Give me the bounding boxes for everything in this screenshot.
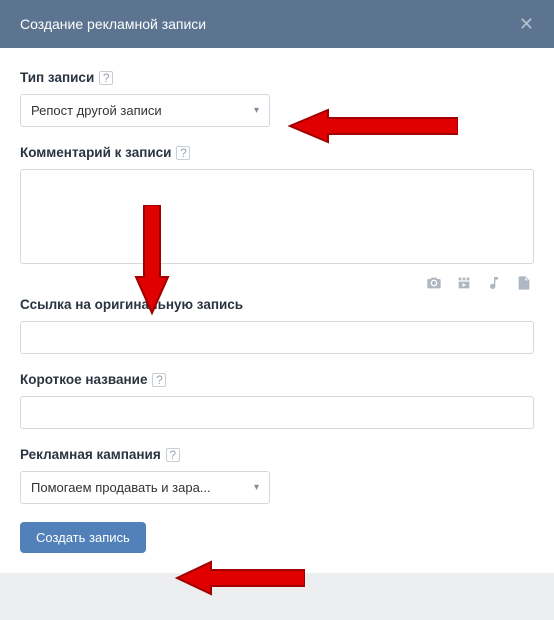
field-campaign: Рекламная кампания ? Помогаем продавать … — [20, 447, 534, 504]
post-type-value: Репост другой записи — [31, 103, 162, 118]
campaign-value: Помогаем продавать и зара... — [31, 480, 211, 495]
help-icon[interactable]: ? — [99, 71, 113, 85]
campaign-select[interactable]: Помогаем продавать и зара... ▾ — [20, 471, 270, 504]
chevron-down-icon: ▾ — [254, 482, 259, 493]
help-icon[interactable]: ? — [166, 448, 180, 462]
modal-title: Создание рекламной записи — [20, 16, 206, 32]
label-original-link: Ссылка на оригинальную запись — [20, 297, 534, 312]
footer-row: Создать запись — [20, 522, 534, 553]
modal-header: Создание рекламной записи ✕ — [0, 0, 554, 48]
video-icon[interactable] — [456, 275, 472, 291]
create-post-button[interactable]: Создать запись — [20, 522, 146, 553]
field-post-type: Тип записи ? Репост другой записи ▾ — [20, 70, 534, 127]
comment-textarea[interactable] — [20, 169, 534, 264]
label-campaign-text: Рекламная кампания — [20, 447, 161, 462]
create-ad-post-modal: Создание рекламной записи ✕ Тип записи ?… — [0, 0, 554, 573]
close-icon[interactable]: ✕ — [519, 15, 534, 33]
modal-body: Тип записи ? Репост другой записи ▾ Комм… — [0, 48, 554, 573]
music-icon[interactable] — [486, 275, 502, 291]
label-comment: Комментарий к записи ? — [20, 145, 534, 160]
label-post-type: Тип записи ? — [20, 70, 534, 85]
post-type-select[interactable]: Репост другой записи ▾ — [20, 94, 270, 127]
label-original-link-text: Ссылка на оригинальную запись — [20, 297, 243, 312]
short-name-input[interactable] — [20, 396, 534, 429]
attach-bar — [20, 269, 534, 293]
label-short-name-text: Короткое название — [20, 372, 147, 387]
chevron-down-icon: ▾ — [254, 105, 259, 116]
label-post-type-text: Тип записи — [20, 70, 94, 85]
field-comment: Комментарий к записи ? — [20, 145, 534, 293]
label-comment-text: Комментарий к записи — [20, 145, 171, 160]
field-short-name: Короткое название ? — [20, 372, 534, 429]
document-icon[interactable] — [516, 275, 532, 291]
help-icon[interactable]: ? — [176, 146, 190, 160]
original-link-input[interactable] — [20, 321, 534, 354]
label-short-name: Короткое название ? — [20, 372, 534, 387]
label-campaign: Рекламная кампания ? — [20, 447, 534, 462]
help-icon[interactable]: ? — [152, 373, 166, 387]
field-original-link: Ссылка на оригинальную запись — [20, 297, 534, 354]
camera-icon[interactable] — [426, 275, 442, 291]
